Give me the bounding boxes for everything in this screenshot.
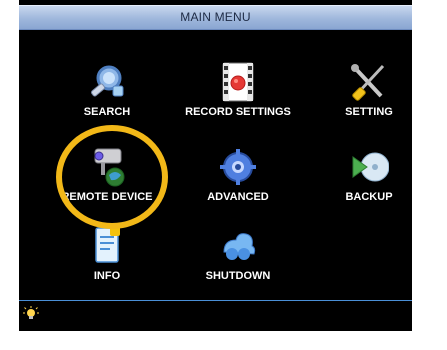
menu-item-label: SETTING [345, 106, 393, 118]
menu-item-record-settings[interactable]: RECORD SETTINGS [178, 62, 298, 132]
setting-icon [351, 64, 385, 101]
menu-item-search[interactable]: SEARCH [47, 62, 167, 132]
menu-item-shutdown[interactable]: SHUTDOWN [178, 226, 298, 296]
light-bulb-icon [23, 306, 39, 319]
highlight-ring [56, 125, 168, 229]
backup-icon [352, 152, 389, 182]
menu-item-backup[interactable]: BACKUP [309, 147, 429, 217]
menu-item-label: SHUTDOWN [205, 270, 271, 282]
dvr-main-menu-window: MAIN MENU SEARCH RECORD SETTINGS SETTING… [19, 0, 412, 331]
menu-item-info[interactable]: INFO [47, 226, 167, 296]
search-icon [91, 65, 124, 97]
menu-item-advanced[interactable]: ADVANCED [178, 147, 298, 217]
menu-item-setting[interactable]: SETTING [309, 62, 429, 132]
shutdown-icon [223, 233, 256, 260]
window-title: MAIN MENU [19, 5, 412, 30]
menu-item-label: BACKUP [345, 191, 393, 203]
status-divider [19, 300, 412, 301]
info-icon [95, 226, 120, 263]
record-settings-icon [222, 62, 254, 102]
advanced-icon [220, 149, 256, 185]
